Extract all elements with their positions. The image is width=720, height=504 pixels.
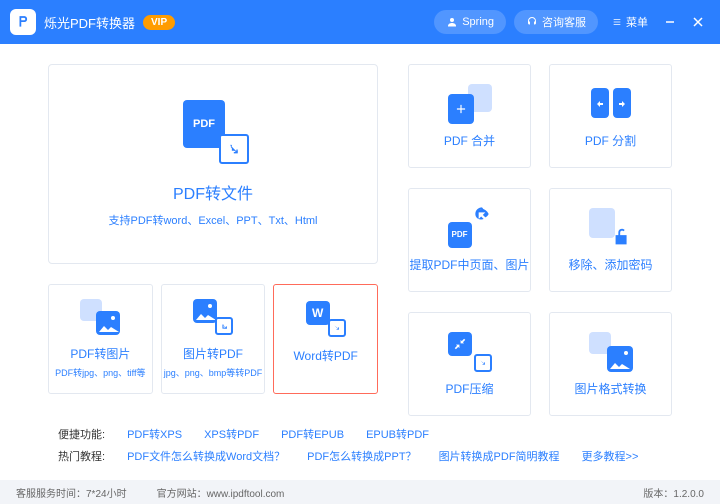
menu-label: 菜单 (626, 14, 648, 30)
card-title: PDF 分割 (585, 132, 636, 149)
pdf-compress-icon (448, 332, 492, 372)
menu-button[interactable]: 菜单 (612, 14, 648, 30)
card-title: PDF转文件 (173, 180, 253, 204)
link-tutorial-ppt[interactable]: PDF怎么转换成PPT？ (307, 448, 416, 464)
pdf-merge-icon (448, 84, 492, 124)
image-format-icon (589, 332, 633, 372)
card-subtitle: jpg、png、bmp等转PDF (164, 366, 263, 379)
card-title: 移除、添加密码 (568, 256, 652, 273)
link-pdf-to-epub[interactable]: PDF转EPUB (281, 426, 344, 442)
card-title: 图片转PDF (183, 345, 243, 362)
link-xps-to-pdf[interactable]: XPS转PDF (204, 426, 259, 442)
quick-functions-label: 便捷功能: (58, 426, 105, 442)
app-logo-icon (10, 9, 36, 35)
image-to-pdf-card[interactable]: 图片转PDF jpg、png、bmp等转PDF (161, 284, 266, 394)
card-title: Word转PDF (293, 347, 357, 364)
pdf-password-icon (589, 208, 633, 248)
pdf-to-file-card[interactable]: PDF PDF转文件 支持PDF转word、Excel、PPT、Txt、Html (48, 64, 378, 264)
version-label: 版本：1.2.0.0 (643, 485, 704, 500)
pdf-compress-card[interactable]: PDF压缩 (408, 312, 531, 416)
card-title: 提取PDF中页面、图片 (409, 256, 529, 273)
image-format-card[interactable]: 图片格式转换 (549, 312, 672, 416)
link-epub-to-pdf[interactable]: EPUB转PDF (366, 426, 429, 442)
card-title: PDF压缩 (445, 380, 493, 397)
close-button[interactable] (686, 10, 710, 34)
user-name: Spring (462, 16, 494, 28)
link-tutorial-image[interactable]: 图片转换成PDF简明教程 (439, 448, 560, 464)
card-subtitle: 支持PDF转word、Excel、PPT、Txt、Html (108, 212, 317, 228)
statusbar: 客服服务时间：7*24小时 官方网站：www.ipdftool.com 版本：1… (0, 480, 720, 504)
vip-badge: VIP (143, 15, 175, 30)
pdf-split-icon (589, 84, 633, 124)
official-site: 官方网站：www.ipdftool.com (157, 485, 285, 500)
pdf-split-card[interactable]: PDF 分割 (549, 64, 672, 168)
link-pdf-to-xps[interactable]: PDF转XPS (127, 426, 182, 442)
card-title: PDF 合并 (444, 132, 495, 149)
pdf-to-image-icon (80, 299, 120, 335)
app-title: 烁光PDF转换器 (44, 13, 135, 32)
pdf-password-card[interactable]: 移除、添加密码 (549, 188, 672, 292)
tutorials-label: 热门教程: (58, 448, 105, 464)
pdf-to-image-card[interactable]: PDF转图片 PDF转jpg、png、tiff等 (48, 284, 153, 394)
word-to-pdf-icon: W (306, 301, 346, 337)
pdf-merge-card[interactable]: PDF 合并 (408, 64, 531, 168)
link-more-tutorials[interactable]: 更多教程>> (582, 448, 639, 464)
titlebar: 烁光PDF转换器 VIP Spring 咨询客服 菜单 (0, 0, 720, 44)
bottom-links: 便捷功能: PDF转XPS XPS转PDF PDF转EPUB EPUB转PDF … (0, 416, 720, 464)
pdf-extract-card[interactable]: PDF 提取PDF中页面、图片 (408, 188, 531, 292)
card-title: 图片格式转换 (574, 380, 646, 397)
card-subtitle: PDF转jpg、png、tiff等 (55, 366, 145, 379)
pdf-extract-icon: PDF (448, 208, 492, 248)
minimize-button[interactable] (658, 10, 682, 34)
user-button[interactable]: Spring (434, 10, 506, 34)
support-label: 咨询客服 (542, 14, 586, 30)
image-to-pdf-icon (193, 299, 233, 335)
card-title: PDF转图片 (70, 345, 130, 362)
service-hours: 客服服务时间：7*24小时 (16, 485, 127, 500)
link-tutorial-word[interactable]: PDF文件怎么转换成Word文档？ (127, 448, 285, 464)
content-area: PDF PDF转文件 支持PDF转word、Excel、PPT、Txt、Html… (0, 44, 720, 416)
pdf-to-file-icon: PDF (177, 100, 249, 164)
word-to-pdf-card[interactable]: W Word转PDF (273, 284, 378, 394)
support-button[interactable]: 咨询客服 (514, 10, 598, 34)
